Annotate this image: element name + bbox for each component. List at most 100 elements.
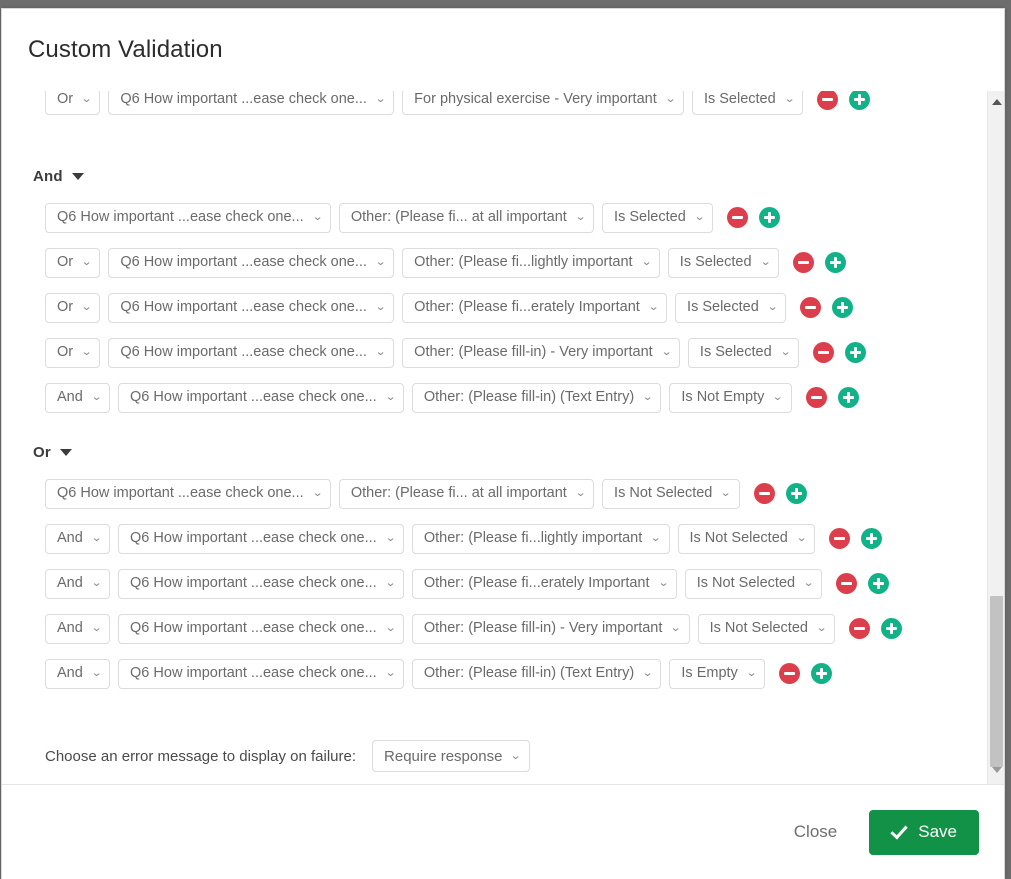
choice-select[interactable]: Other: (Please fi...lightly important ⌄ (402, 247, 660, 278)
close-button[interactable]: Close (790, 816, 841, 848)
remove-condition-button[interactable] (829, 528, 851, 549)
operator-select[interactable]: Is Selected ⌄ (667, 247, 779, 278)
conjunction-select[interactable]: And ⌄ (45, 382, 111, 413)
choice-select[interactable]: Other: (Please fi...lightly important ⌄ (411, 523, 670, 554)
question-select-value: Q6 How important ...ease check one... (130, 665, 377, 682)
row-actions (836, 573, 890, 594)
remove-condition-button[interactable] (727, 207, 749, 228)
chevron-down-icon: ⌄ (574, 211, 587, 223)
add-condition-button[interactable] (844, 342, 866, 363)
add-condition-button[interactable] (848, 91, 870, 110)
choice-select[interactable]: Other: (Please fill-in) (Text Entry) ⌄ (411, 382, 662, 413)
conjunction-select[interactable]: Or ⌄ (45, 247, 101, 278)
question-select-value: Q6 How important ...ease check one... (120, 91, 367, 108)
add-condition-button[interactable] (759, 207, 781, 228)
scroll-up-arrow-icon[interactable] (988, 93, 1004, 110)
add-condition-button[interactable] (881, 618, 903, 639)
operator-select[interactable]: Is Not Selected ⌄ (697, 613, 836, 644)
question-select[interactable]: Q6 How important ...ease check one... ⌄ (118, 658, 404, 689)
operator-select[interactable]: Is Selected ⌄ (687, 337, 799, 368)
minus-circle-icon (817, 351, 829, 354)
remove-condition-button[interactable] (849, 618, 871, 639)
minus-circle-icon (810, 396, 822, 399)
add-condition-button[interactable] (811, 663, 833, 684)
operator-select[interactable]: Is Selected ⌄ (691, 91, 803, 115)
remove-condition-button[interactable] (753, 483, 775, 504)
question-select-value: Q6 How important ...ease check one... (120, 254, 367, 271)
operator-select[interactable]: Is Not Empty ⌄ (669, 382, 792, 413)
scrollbar-thumb[interactable] (990, 596, 1003, 767)
remove-condition-button[interactable] (800, 297, 822, 318)
scroll-down-arrow-icon[interactable] (988, 761, 1004, 778)
choice-select[interactable]: Other: (Please fi... at all important ⌄ (338, 202, 595, 233)
question-select[interactable]: Q6 How important ...ease check one... ⌄ (108, 337, 395, 368)
remove-condition-button[interactable] (779, 663, 801, 684)
conjunction-select[interactable]: And ⌄ (45, 613, 111, 644)
minus-circle-icon (797, 261, 809, 264)
condition-group-header[interactable]: And (2, 161, 987, 191)
operator-select[interactable]: Is Selected ⌄ (602, 202, 714, 233)
chevron-down-icon: ⌄ (802, 577, 815, 589)
error-message-row: Choose an error message to display on fa… (2, 740, 987, 772)
operator-select[interactable]: Is Not Selected ⌄ (677, 523, 816, 554)
choice-select[interactable]: Other: (Please fi...erately Important ⌄ (402, 292, 668, 323)
question-select[interactable]: Q6 How important ...ease check one... ⌄ (118, 523, 404, 554)
add-condition-button[interactable] (824, 252, 846, 273)
condition-group-header[interactable]: Or (2, 437, 987, 467)
remove-condition-button[interactable] (812, 342, 834, 363)
operator-select[interactable]: Is Not Selected ⌄ (684, 568, 823, 599)
conjunction-select[interactable]: And ⌄ (45, 658, 111, 689)
conjunction-select[interactable]: And ⌄ (45, 568, 111, 599)
minus-circle-icon (854, 627, 866, 630)
conjunction-select[interactable]: And ⌄ (45, 523, 111, 554)
choice-select[interactable]: Other: (Please fill-in) - Very important… (402, 337, 680, 368)
remove-condition-button[interactable] (805, 387, 827, 408)
question-select[interactable]: Q6 How important ...ease check one... ⌄ (45, 478, 331, 509)
save-button[interactable]: Save (869, 809, 979, 855)
vertical-scrollbar[interactable] (987, 91, 1004, 784)
add-condition-button[interactable] (785, 483, 807, 504)
choice-select[interactable]: Other: (Please fill-in) - Very important… (411, 613, 690, 644)
question-select[interactable]: Q6 How important ...ease check one... ⌄ (45, 202, 331, 233)
condition-row: And ⌄ Q6 How important ...ease check one..… (2, 606, 987, 651)
conjunction-select[interactable]: Or ⌄ (45, 91, 101, 115)
question-select[interactable]: Q6 How important ...ease check one... ⌄ (108, 292, 395, 323)
operator-select[interactable]: Is Empty ⌄ (669, 658, 766, 689)
chevron-down-icon: ⌄ (772, 391, 784, 403)
operator-select[interactable]: Is Selected ⌄ (675, 292, 787, 323)
chevron-down-icon: ⌄ (384, 667, 397, 679)
remove-condition-button[interactable] (792, 252, 814, 273)
caret-down-icon[interactable] (59, 448, 72, 456)
question-select[interactable]: Q6 How important ...ease check one... ⌄ (108, 91, 395, 115)
question-select[interactable]: Q6 How important ...ease check one... ⌄ (118, 613, 404, 644)
add-condition-button[interactable] (868, 573, 890, 594)
conjunction-select[interactable]: Or ⌄ (45, 292, 101, 323)
conjunction-select[interactable]: Or ⌄ (45, 337, 101, 368)
chevron-down-icon: ⌄ (384, 577, 397, 589)
choice-select[interactable]: Other: (Please fi... at all important ⌄ (338, 478, 595, 509)
operator-select[interactable]: Is Not Selected ⌄ (602, 478, 740, 509)
add-condition-button[interactable] (832, 297, 854, 318)
remove-condition-button[interactable] (836, 573, 858, 594)
chevron-down-icon: ⌄ (640, 256, 652, 268)
caret-down-icon[interactable] (71, 172, 84, 180)
choice-select[interactable]: Other: (Please fi...erately Important ⌄ (411, 568, 677, 599)
question-select[interactable]: Q6 How important ...ease check one... ⌄ (118, 382, 404, 413)
scroll-viewport: Or ⌄ Q6 How important ...ease check one...… (2, 91, 987, 784)
chevron-down-icon: ⌄ (80, 346, 93, 358)
chevron-down-icon: ⌄ (374, 93, 387, 105)
chevron-down-icon: ⌄ (311, 211, 323, 223)
choice-select[interactable]: Other: (Please fill-in) (Text Entry) ⌄ (411, 658, 662, 689)
add-condition-button[interactable] (837, 387, 859, 408)
choice-select[interactable]: For physical exercise - Very important ⌄ (402, 91, 684, 115)
add-condition-button[interactable] (861, 528, 883, 549)
question-select[interactable]: Q6 How important ...ease check one... ⌄ (108, 247, 395, 278)
error-message-select[interactable]: Require response ⌄ (372, 740, 530, 772)
remove-condition-button[interactable] (816, 91, 838, 110)
row-actions (779, 663, 833, 684)
question-select-value: Q6 How important ...ease check one... (57, 485, 304, 502)
question-select[interactable]: Q6 How important ...ease check one... ⌄ (118, 568, 404, 599)
page-title: Custom Validation (28, 36, 223, 63)
choice-select-value: Other: (Please fi... at all important (350, 485, 567, 502)
